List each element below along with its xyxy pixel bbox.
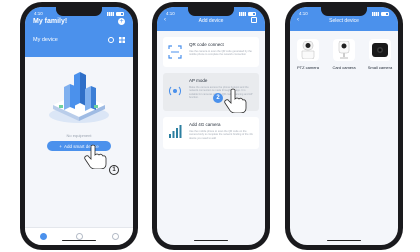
add-4g-camera-option[interactable]: Add 4G camera Use the mobile phone to sc… — [163, 117, 259, 149]
tab-bar — [25, 227, 133, 245]
ap-hotspot-icon — [169, 86, 181, 96]
ptz-camera-option[interactable]: PTZ camera — [293, 39, 323, 70]
option-description: Use the mobile phone to scan the QR code… — [189, 130, 253, 140]
gear-icon[interactable] — [108, 37, 114, 43]
empty-city-illustration — [49, 72, 109, 123]
device-label: Small camera — [367, 65, 393, 70]
step-1-badge: 1 — [109, 165, 119, 175]
small-camera-icon — [372, 43, 388, 57]
small-camera-option[interactable]: Small camera — [365, 39, 395, 70]
signal-icon — [372, 11, 379, 16]
ptz-camera-icon — [301, 41, 315, 59]
notch — [321, 7, 367, 16]
select-device-screen: 4:10 ‹ Select device PTZ camera Card cam… — [290, 7, 398, 245]
phone-add-device: 4:10 ‹ Add device QR code connect Use th… — [152, 2, 270, 250]
qr-code-connect-option[interactable]: QR code connect Use the camera to scan t… — [163, 37, 259, 67]
plus-icon: + — [59, 143, 62, 149]
profile-icon[interactable] — [111, 233, 119, 240]
battery-icon — [116, 11, 124, 16]
notch — [188, 7, 234, 16]
option-description: Use the camera to scan the QR code gener… — [189, 50, 252, 57]
pointing-hand-icon — [84, 144, 107, 169]
my-device-label: My device — [33, 37, 58, 43]
device-label: PTZ camera — [296, 65, 319, 70]
empty-state-text: No equipment — [66, 133, 92, 138]
phone-select-device: 4:10 ‹ Select device PTZ camera Card cam… — [285, 2, 403, 250]
grid-icon[interactable] — [119, 37, 125, 43]
add-icon[interactable]: + — [118, 18, 125, 25]
page-title: Select device — [329, 18, 359, 24]
family-title[interactable]: My family! — [33, 18, 67, 25]
page-title: Add device — [198, 18, 224, 24]
battery-icon — [381, 11, 389, 16]
qr-scan-icon — [168, 45, 182, 59]
status-time: 4:10 — [166, 11, 175, 16]
pointing-hand-icon — [224, 88, 247, 113]
option-title: Add 4G camera — [189, 122, 221, 127]
signal-icon — [107, 11, 114, 16]
signal-icon — [239, 11, 246, 16]
option-title: AP mode — [189, 78, 208, 83]
status-time: 4:10 — [299, 11, 308, 16]
notch — [56, 7, 102, 16]
card-camera-icon — [338, 41, 350, 59]
home-screen: 4:10 My family! + My device No equipment… — [25, 7, 133, 245]
device-label: Card camera — [332, 65, 356, 70]
home-icon[interactable] — [39, 233, 47, 240]
phone-home: 4:10 My family! + My device No equipment… — [20, 2, 138, 250]
4g-signal-icon — [169, 125, 182, 138]
home-indicator — [194, 239, 228, 241]
step-2-badge: 2 — [213, 93, 223, 103]
option-title: QR code connect — [189, 42, 224, 47]
home-indicator — [62, 239, 96, 241]
card-camera-option[interactable]: Card camera — [329, 39, 359, 70]
home-indicator — [327, 239, 361, 241]
battery-icon — [248, 11, 256, 16]
status-time: 4:10 — [34, 11, 43, 16]
add-device-screen: 4:10 ‹ Add device QR code connect Use th… — [157, 7, 265, 245]
